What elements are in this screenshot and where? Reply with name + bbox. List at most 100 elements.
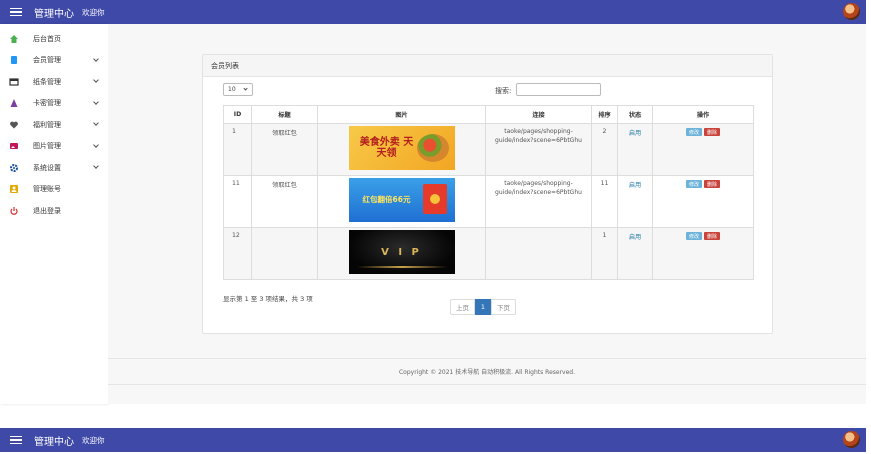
cell-id: 11	[223, 175, 252, 228]
column-header-order[interactable]: 排序	[591, 105, 618, 124]
sidebar-item-settings[interactable]: 系统设置	[0, 157, 108, 179]
sidebar-item-cards[interactable]: 卡密管理	[0, 93, 108, 115]
food-graphic	[416, 134, 449, 162]
cell-order: 2	[591, 123, 618, 176]
delete-button[interactable]: 删除	[704, 128, 721, 136]
banner-image: 红包翻倍66元	[348, 178, 455, 222]
edit-button[interactable]: 修改	[685, 232, 702, 240]
cell-order: 11	[591, 175, 618, 228]
table-header-row: ID 标题 图片 连接 排序 状态 操作	[223, 105, 754, 124]
sidebar-item-label: 图片管理	[33, 142, 61, 151]
image-icon	[9, 141, 19, 151]
member-list-panel: 会员列表 10 搜索: ID 标题 图片 连接 排序 状态 操作 1 领取红包 …	[202, 54, 773, 334]
sidebar-item-accounts[interactable]: 管理账号	[0, 179, 108, 201]
cell-image: 美食外卖 天天领	[317, 123, 486, 176]
sidebar-item-dashboard[interactable]: 后台首页	[0, 28, 108, 50]
column-header-actions[interactable]: 操作	[652, 105, 754, 124]
search-input[interactable]	[516, 83, 601, 96]
table-row: 11 领取红包 红包翻倍66元 taoke/pages/shopping-gui…	[223, 175, 754, 228]
sidebar-item-label: 系统设置	[33, 163, 61, 172]
page-button-current[interactable]: 1	[475, 299, 491, 315]
sidebar-item-images[interactable]: 图片管理	[0, 136, 108, 158]
chevron-down-icon	[93, 141, 99, 148]
cell-actions: 修改 删除	[652, 227, 754, 280]
cell-link: taoke/pages/shopping-guide/index?scene=6…	[485, 175, 592, 228]
column-header-image[interactable]: 图片	[317, 105, 486, 124]
chevron-down-icon	[93, 163, 99, 169]
sidebar-item-logout[interactable]: 退出登录	[0, 200, 108, 222]
next-page-button[interactable]: 下页	[491, 299, 516, 315]
user-avatar[interactable]	[843, 3, 860, 20]
heart-icon	[9, 120, 19, 130]
page-length-value: 10	[228, 86, 236, 93]
top-navbar: 管理中心 欢迎你	[0, 0, 866, 24]
cell-actions: 修改 删除	[652, 123, 754, 176]
search-label: 搜索:	[495, 87, 512, 95]
welcome-text: 欢迎你	[82, 435, 105, 445]
card-icon	[9, 77, 19, 87]
top-navbar-duplicate: 管理中心 欢迎你	[0, 428, 866, 452]
sidebar-item-label: 纸条管理	[33, 77, 61, 86]
power-icon	[9, 206, 19, 216]
cell-status: 启用	[617, 123, 653, 176]
cell-title: 领取红包	[251, 123, 318, 176]
cell-status: 启用	[617, 175, 653, 228]
column-header-title[interactable]: 标题	[251, 105, 318, 124]
delete-button[interactable]: 删除	[704, 180, 721, 188]
table-info-text: 显示第 1 至 3 项结果，共 3 项	[223, 295, 313, 303]
hamburger-menu-icon[interactable]	[10, 435, 22, 445]
chevron-down-icon	[93, 55, 99, 62]
column-header-id[interactable]: ID	[223, 105, 252, 124]
cell-order: 1	[591, 227, 618, 280]
table-row: 12 V I P 1 启用 修改 删除	[223, 227, 754, 280]
banner-image: V I P	[348, 230, 455, 274]
chevron-down-icon	[93, 98, 99, 105]
cell-image: 红包翻倍66元	[317, 175, 486, 228]
app-title: 管理中心	[34, 8, 74, 20]
chevron-down-icon	[243, 86, 248, 91]
sidebar-item-label: 卡密管理	[33, 99, 61, 108]
sidebar-item-label: 会员管理	[33, 56, 61, 65]
footer-copyright: Copyright © 2021 技术导航 自动积极流. All Rights …	[108, 358, 866, 385]
sidebar: 后台首页 会员管理 纸条管理 卡密管理 福利管理 图片管理 系统设置 管理账号 …	[0, 24, 108, 404]
chevron-down-icon	[93, 77, 99, 83]
banner-image-text: 美食外卖 天天领	[359, 137, 414, 159]
banner-image-text: V I P	[381, 246, 422, 258]
column-header-link[interactable]: 连接	[485, 105, 592, 124]
gear-icon	[9, 163, 19, 173]
cell-title	[251, 227, 318, 280]
banner-image: 美食外卖 天天领	[348, 126, 455, 170]
column-header-status[interactable]: 状态	[617, 105, 653, 124]
cell-id: 12	[223, 227, 252, 280]
user-avatar[interactable]	[843, 431, 860, 448]
prev-page-button[interactable]: 上页	[450, 299, 475, 315]
delete-button[interactable]: 删除	[704, 232, 721, 240]
hamburger-menu-icon[interactable]	[10, 7, 22, 17]
book-icon	[9, 55, 19, 65]
sidebar-item-label: 管理账号	[33, 185, 61, 194]
gold-decoration	[356, 266, 447, 268]
page-length-select[interactable]: 10	[223, 83, 253, 96]
home-icon	[9, 34, 19, 44]
cell-actions: 修改 删除	[652, 175, 754, 228]
pagination: 上页 1 下页	[450, 299, 516, 315]
main-content: 会员列表 10 搜索: ID 标题 图片 连接 排序 状态 操作 1 领取红包 …	[108, 24, 866, 404]
red-envelope-graphic	[422, 184, 447, 214]
banner-image-text: 红包翻倍66元	[362, 195, 411, 204]
app-title: 管理中心	[34, 436, 74, 448]
edit-button[interactable]: 修改	[685, 180, 702, 188]
user-icon	[9, 184, 19, 194]
panel-title: 会员列表	[203, 55, 772, 77]
cell-image: V I P	[317, 227, 486, 280]
triangle-icon	[9, 98, 19, 108]
sidebar-item-welfare[interactable]: 福利管理	[0, 114, 108, 136]
sidebar-item-notes[interactable]: 纸条管理	[0, 71, 108, 93]
cell-id: 1	[223, 123, 252, 176]
cell-link	[485, 227, 592, 280]
sidebar-item-members[interactable]: 会员管理	[0, 50, 108, 72]
edit-button[interactable]: 修改	[685, 128, 702, 136]
cell-status: 启用	[617, 227, 653, 280]
member-table: ID 标题 图片 连接 排序 状态 操作 1 领取红包 美食外卖 天天领 tao…	[223, 105, 754, 280]
chevron-down-icon	[93, 120, 99, 126]
cell-link: taoke/pages/shopping-guide/index?scene=6…	[485, 123, 592, 176]
